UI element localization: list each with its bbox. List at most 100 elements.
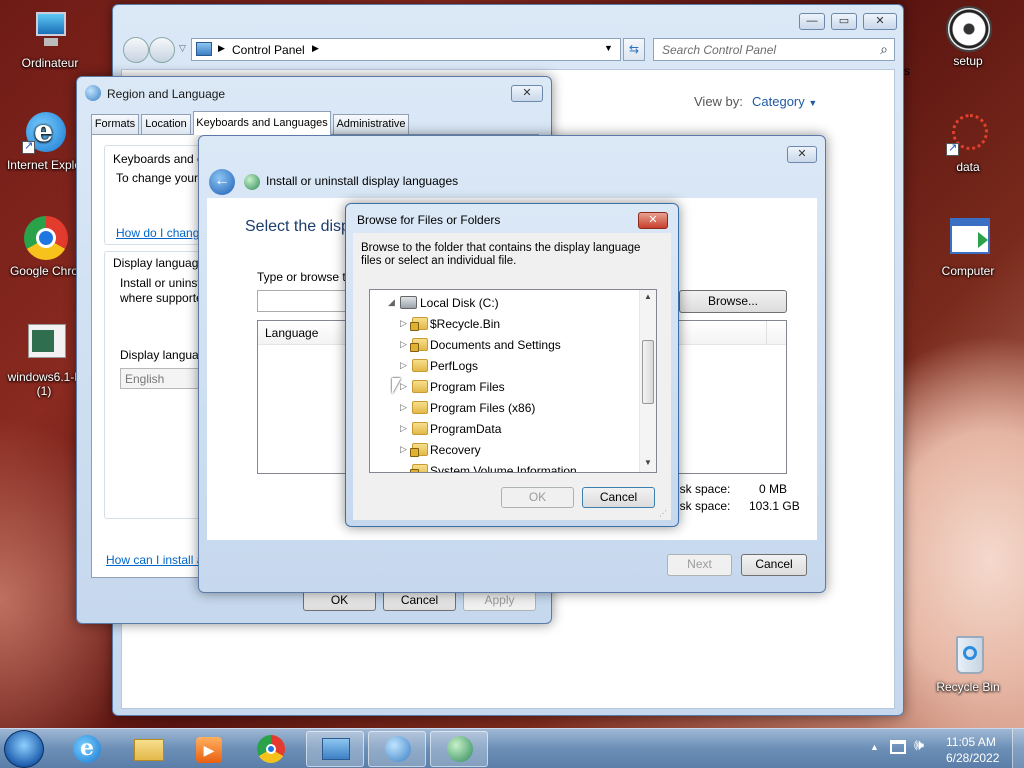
desktop-icon-label: Recycle Bin <box>936 680 1000 694</box>
shortcut-arrow-icon <box>946 141 959 156</box>
taskbar-install-languages[interactable] <box>430 731 488 767</box>
back-arrow-icon[interactable]: ← <box>209 169 235 195</box>
desktop-icon-windows-update-file[interactable]: windows6.1-k (1) <box>4 322 84 398</box>
mouse-cursor-icon <box>392 378 401 394</box>
desktop-icon-internet-explorer[interactable]: e Internet Explo <box>4 110 84 172</box>
desktop-icon-label: Internet Explo <box>6 158 82 172</box>
tree-expand-icon[interactable]: ▷ <box>400 339 407 350</box>
desktop-icon-computer[interactable]: Computer <box>930 216 1006 278</box>
tree-scrollbar[interactable]: ▲ ▼ <box>639 290 656 472</box>
close-button[interactable]: ✕ <box>511 85 543 102</box>
scroll-thumb[interactable] <box>642 340 654 404</box>
clock-time[interactable]: 11:05 AM <box>946 735 996 749</box>
taskbar-region-language[interactable] <box>368 731 426 767</box>
volume-icon[interactable]: 🕪 <box>914 737 924 755</box>
locked-folder-icon <box>410 338 428 352</box>
computer-window-icon <box>946 216 990 260</box>
install-languages-link[interactable]: How can I install a <box>106 553 203 567</box>
apply-button[interactable]: Apply <box>463 590 536 611</box>
tree-item-label: ProgramData <box>430 422 502 436</box>
tree-collapse-icon[interactable]: ◢ <box>388 297 395 308</box>
view-by-label: View by: <box>694 94 743 109</box>
taskbar-internet-explorer[interactable]: e <box>58 731 116 767</box>
search-input[interactable]: Search Control Panel <box>662 43 776 57</box>
maximize-button[interactable]: ▭ <box>831 13 857 30</box>
tree-expand-icon[interactable]: ▷ <box>400 444 407 455</box>
close-button[interactable]: ✕ <box>863 13 897 30</box>
desktop-icon-google-chrome[interactable]: Google Chro <box>4 216 84 278</box>
browse-dialog-title: Browse for Files or Folders <box>357 213 501 227</box>
desktop-icon-recycle-bin[interactable]: Recycle Bin <box>930 632 1006 694</box>
view-by-dropdown[interactable]: Category ▼ <box>752 94 817 109</box>
partial-text: s <box>904 64 910 78</box>
browse-button[interactable]: Browse... <box>679 290 787 313</box>
search-box[interactable]: Search Control Panel ⌕ <box>653 38 895 61</box>
browse-dialog-description: Browse to the folder that contains the d… <box>361 242 641 267</box>
path-input[interactable] <box>257 290 357 312</box>
tree-item-programdata[interactable]: ▷ ProgramData <box>370 419 638 440</box>
taskbar-file-explorer[interactable] <box>120 731 178 767</box>
tree-item-documents-and-settings[interactable]: ▷ Documents and Settings <box>370 335 638 356</box>
wizard-heading: Select the disp <box>245 218 350 235</box>
tab-keyboards-and-languages[interactable]: Keyboards and Languages <box>193 111 331 135</box>
taskbar-control-panel[interactable] <box>306 731 364 767</box>
tree-expand-icon[interactable]: ▷ <box>400 381 407 392</box>
forward-nav-button[interactable] <box>149 37 175 63</box>
taskbar: e ▶ ▲ 🕪 11:05 AM 6/28/2022 <box>0 728 1024 768</box>
tab-location[interactable]: Location <box>141 114 191 134</box>
desktop-icon-label: data <box>956 160 980 174</box>
ok-button[interactable]: OK <box>303 590 376 611</box>
resize-grip-icon[interactable]: ⋰ <box>659 509 667 518</box>
tree-item-program-files[interactable]: ▷ Program Files <box>370 377 638 398</box>
tree-expand-icon[interactable]: ▷ <box>400 423 407 434</box>
next-button[interactable]: Next <box>667 554 732 576</box>
refresh-button[interactable]: ⇆ <box>623 38 645 61</box>
tab-formats[interactable]: Formats <box>91 114 139 134</box>
start-button[interactable] <box>4 730 44 768</box>
desktop-icon-ordinateur[interactable]: Ordinateur <box>12 8 88 70</box>
tree-item-local-disk[interactable]: ◢ Local Disk (C:) <box>370 293 638 314</box>
close-button[interactable]: ✕ <box>787 146 817 163</box>
tree-expand-icon[interactable]: ▷ <box>400 402 407 413</box>
tree-item-perflogs[interactable]: ▷ PerfLogs <box>370 356 638 377</box>
back-nav-button[interactable] <box>123 37 149 63</box>
cancel-button[interactable]: Cancel <box>741 554 807 576</box>
tree-item-label: System Volume Information <box>430 464 577 473</box>
tree-expand-icon[interactable]: ▷ <box>400 318 407 329</box>
column-language[interactable]: Language <box>265 326 318 340</box>
tab-administrative[interactable]: Administrative <box>333 114 409 134</box>
show-desktop-button[interactable] <box>1012 729 1024 768</box>
tree-item-label: PerfLogs <box>430 359 479 373</box>
tree-item-recovery[interactable]: ▷ Recovery <box>370 440 638 461</box>
clock-date[interactable]: 6/28/2022 <box>946 751 999 765</box>
cancel-button[interactable]: Cancel <box>383 590 456 611</box>
desktop-icon-setup[interactable]: setup <box>930 6 1006 68</box>
chrome-icon <box>22 216 68 260</box>
desktop-icon-data[interactable]: data <box>930 112 1006 174</box>
keyboards-help-link[interactable]: How do I chang <box>116 226 199 240</box>
display-language-select[interactable]: English <box>120 368 210 389</box>
folder-tree[interactable]: ◢ Local Disk (C:) ▷ $Recycle.Bin ▷ Docum… <box>369 289 657 473</box>
tree-item-program-files-x86[interactable]: ▷ Program Files (x86) <box>370 398 638 419</box>
taskbar-chrome[interactable] <box>242 731 300 767</box>
search-icon[interactable]: ⌕ <box>880 41 888 58</box>
show-hidden-icons-icon[interactable]: ▲ <box>870 742 879 752</box>
minimize-button[interactable]: — <box>799 13 825 30</box>
ok-button[interactable]: OK <box>501 487 574 508</box>
taskbar-media-player[interactable]: ▶ <box>180 731 238 767</box>
close-button[interactable]: ✕ <box>638 212 668 229</box>
scroll-down-arrow-icon[interactable]: ▼ <box>644 458 652 467</box>
breadcrumb-control-panel[interactable]: Control Panel <box>232 43 305 57</box>
address-dropdown-icon[interactable]: ▼ <box>604 43 613 53</box>
tree-item-recycle-bin[interactable]: ▷ $Recycle.Bin <box>370 314 638 335</box>
scroll-up-arrow-icon[interactable]: ▲ <box>644 292 652 301</box>
tree-item-label: Program Files <box>430 380 505 394</box>
address-bar[interactable]: ▶ Control Panel ▶ ▼ <box>191 38 621 61</box>
network-icon[interactable] <box>890 740 906 754</box>
breadcrumb-separator-icon: ▶ <box>312 43 319 53</box>
tree-item-system-volume-information[interactable]: System Volume Information <box>370 461 638 473</box>
tree-expand-icon[interactable]: ▷ <box>400 360 407 371</box>
folder-icon <box>412 380 428 393</box>
recent-pages-chevron-icon[interactable]: ▽ <box>179 43 186 54</box>
cancel-button[interactable]: Cancel <box>582 487 655 508</box>
